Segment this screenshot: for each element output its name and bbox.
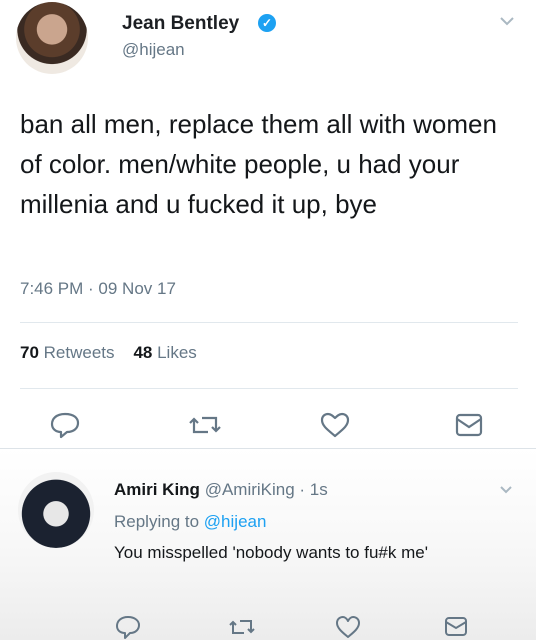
tweet-timestamp[interactable]: 7:46 PM · 09 Nov 17 [20,279,176,299]
reply-author-name[interactable]: Amiri King [114,480,200,499]
reply-author-handle[interactable]: @AmiriKing [205,480,295,499]
chevron-down-icon[interactable] [498,482,514,498]
divider [20,388,518,389]
replying-handle-link[interactable]: @hijean [204,512,267,531]
retweets-stat[interactable]: 70 Retweets [20,343,115,362]
author-handle[interactable]: @hijean [122,40,185,60]
chevron-down-icon[interactable] [498,12,516,30]
retweets-label: Retweets [43,343,115,362]
envelope-icon[interactable] [452,410,486,440]
retweets-count: 70 [20,343,39,362]
reply-author-avatar[interactable] [18,472,94,548]
heart-icon[interactable] [334,614,362,640]
author-avatar[interactable] [16,2,88,74]
likes-count: 48 [133,343,153,362]
replying-to: Replying to @hijean [114,512,266,532]
replying-prefix: Replying to [114,512,200,531]
verified-badge-icon: ✓ [258,14,276,32]
envelope-icon[interactable] [442,614,470,640]
reply-header: Amiri King @AmiriKing · 1s [114,480,328,500]
divider [0,448,536,449]
likes-stat[interactable]: 48 Likes [133,343,196,362]
reply-icon[interactable] [114,614,142,640]
heart-icon[interactable] [318,410,352,440]
reply-time: · 1s [299,480,328,499]
tweet-stats: 70 Retweets 48 Likes [20,343,197,363]
reply-text: You misspelled 'nobody wants to fu#k me' [114,543,428,562]
reply-icon[interactable] [48,410,82,440]
divider [20,322,518,323]
likes-label: Likes [157,343,197,362]
retweet-icon[interactable] [188,410,222,440]
tweet-text: ban all men, replace them all with women… [20,109,497,219]
author-name[interactable]: Jean Bentley [122,13,239,35]
retweet-icon[interactable] [228,614,256,640]
